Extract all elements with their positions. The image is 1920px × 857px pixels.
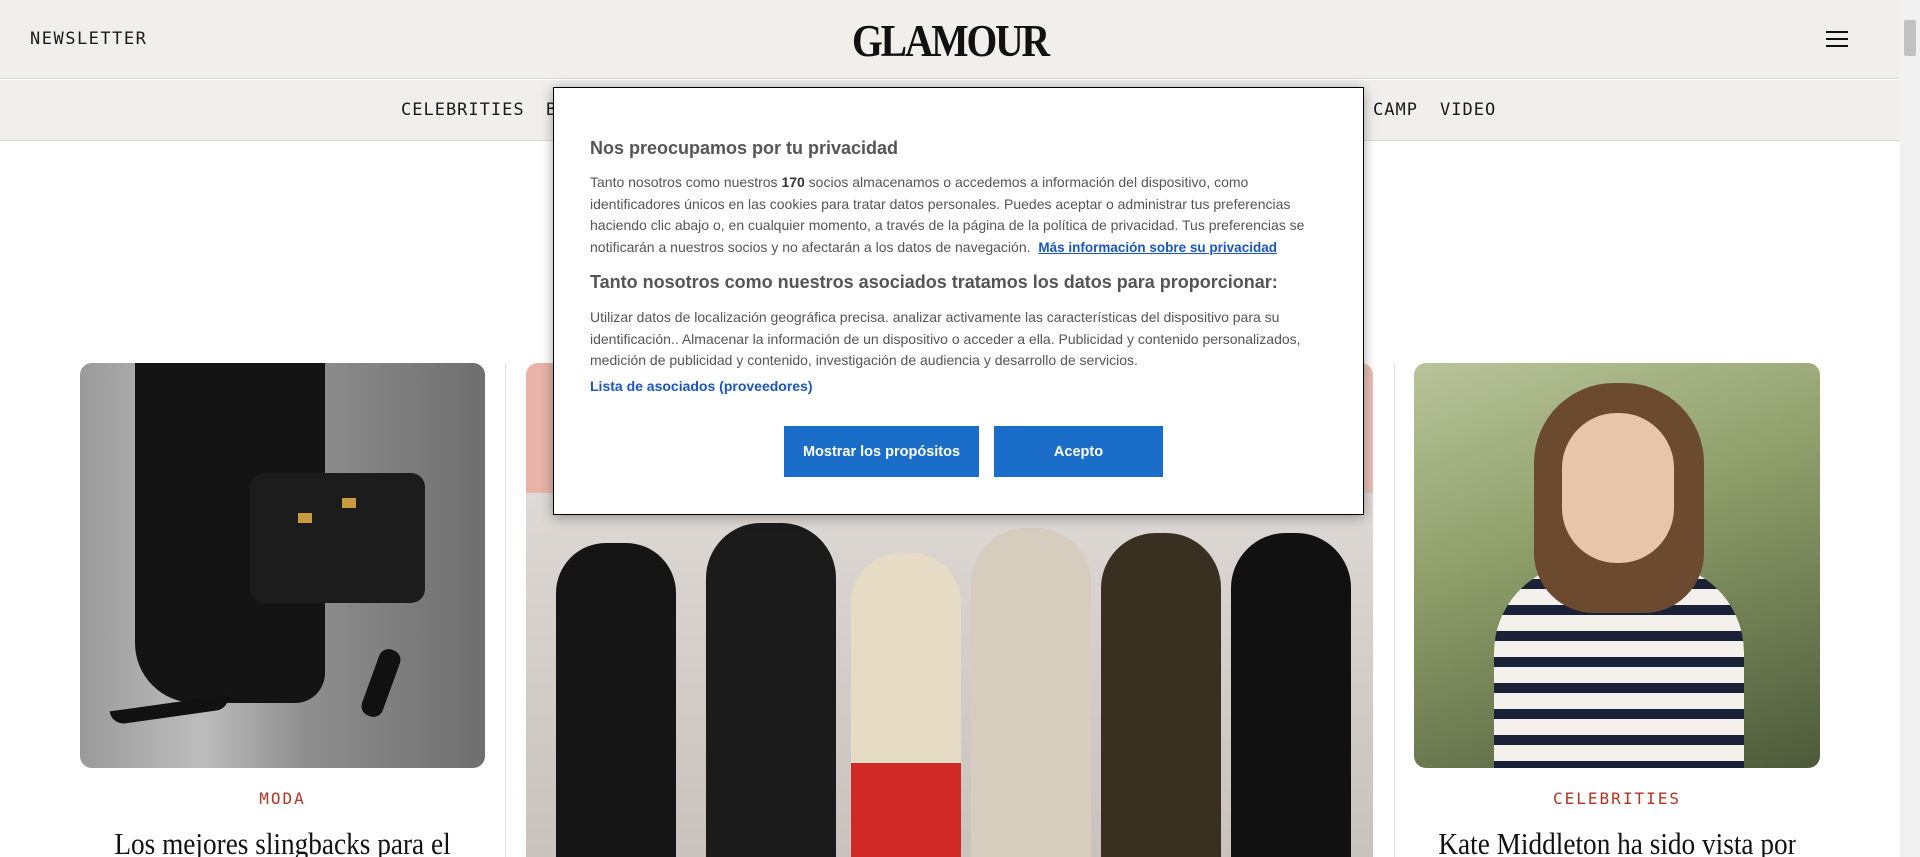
article-category[interactable]: MODA: [80, 789, 485, 808]
partners-count: 170: [781, 174, 805, 190]
newsletter-link[interactable]: NEWSLETTER: [30, 29, 147, 49]
accept-button[interactable]: Acepto: [994, 426, 1163, 477]
show-purposes-button[interactable]: Mostrar los propósitos: [784, 426, 979, 477]
shoe-shape: [358, 646, 404, 720]
consent-description: Tanto nosotros como nuestros 170 socios …: [590, 172, 1330, 258]
glamour-logo[interactable]: GLAMOUR: [133, 14, 1767, 67]
consent-text: Tanto nosotros como nuestros: [590, 174, 782, 190]
person-shape: [556, 543, 676, 857]
article-category[interactable]: CELEBRITIES: [1414, 789, 1820, 808]
person-shape: [1101, 533, 1221, 857]
consent-subtitle: Tanto nosotros como nuestros asociados t…: [590, 272, 1278, 292]
vendors-list-link[interactable]: Lista de asociados (proveedores): [590, 378, 813, 394]
face-shape: [1562, 413, 1674, 563]
consent-purposes-text: Utilizar datos de localización geográfic…: [590, 309, 1301, 368]
scrollbar-thumb[interactable]: [1904, 20, 1916, 56]
person-shape: [1231, 533, 1351, 857]
person-shape: [706, 523, 836, 857]
bag-clasp-shape: [298, 513, 312, 523]
person-shape: [971, 528, 1091, 857]
nav-item-camp[interactable]: CAMP: [1373, 100, 1418, 120]
consent-title: Nos preocupamos por tu privacidad: [590, 138, 899, 158]
column-divider: [1394, 363, 1395, 857]
article-title[interactable]: Los mejores slingbacks para el: [104, 826, 460, 857]
privacy-consent-dialog: Nos preocupamos por tu privacidad Tanto …: [553, 87, 1364, 515]
nav-item-video[interactable]: VIDEO: [1440, 100, 1496, 120]
black-handbag-shape: [250, 473, 425, 603]
page-scrollbar[interactable]: [1900, 0, 1920, 857]
nav-item-celebrities[interactable]: CELEBRITIES: [401, 100, 525, 120]
column-divider: [505, 363, 506, 857]
red-skirt-shape: [851, 763, 961, 857]
site-header: NEWSLETTER GLAMOUR: [0, 0, 1900, 79]
article-image-kate-middleton[interactable]: [1414, 363, 1820, 768]
shoe-shape: [109, 694, 231, 726]
article-image-handbag[interactable]: [80, 363, 485, 768]
privacy-info-link[interactable]: Más información sobre su privacidad: [1038, 240, 1277, 255]
bag-clasp-shape: [342, 498, 356, 508]
hamburger-menu-icon[interactable]: [1826, 31, 1848, 49]
article-title[interactable]: Kate Middleton ha sido vista por ahí: [1438, 826, 1795, 857]
